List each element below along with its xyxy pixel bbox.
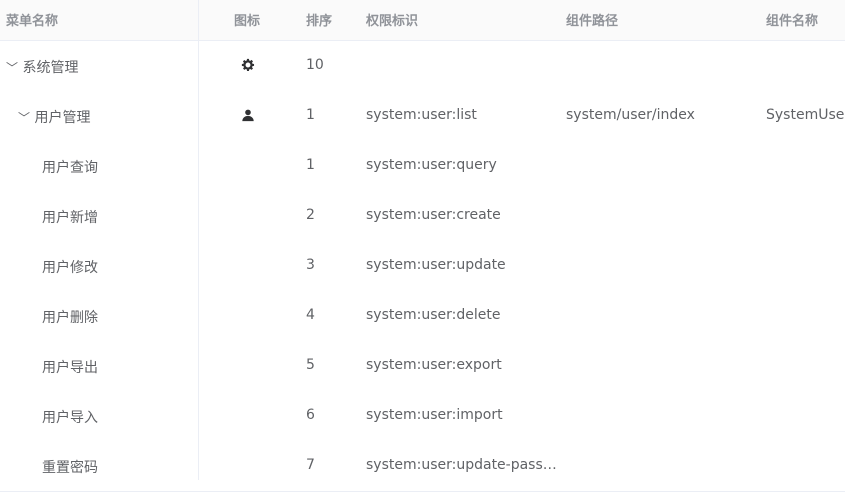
component-name-value: SystemUser (766, 107, 845, 123)
table-row[interactable]: 用户查询 1 system:user:query (0, 141, 845, 192)
menu-tree-table: 菜单名称 图标 排序 权限标识 组件路径 组件名称 ﹀ 系统管理 10 ﹀ 用户… (0, 0, 845, 492)
tree-node-label: 用户导入 (42, 410, 98, 426)
table-row[interactable]: 用户修改 3 system:user:update (0, 241, 845, 292)
permission-value: system:user:update-pass… (366, 457, 557, 473)
permission-value: system:user:query (366, 157, 497, 173)
tree-node-label[interactable]: ﹀ 用户管理 (18, 107, 90, 127)
table-row[interactable]: ﹀ 用户管理 1 system:user:list system/user/in… (0, 91, 845, 142)
table-row[interactable]: 用户删除 4 system:user:delete (0, 291, 845, 342)
tree-node-label: 用户新增 (42, 210, 98, 226)
table-row[interactable]: 重置密码 7 system:user:update-pass… (0, 441, 845, 492)
user-icon (242, 109, 254, 122)
header-component-name: 组件名称 (766, 14, 819, 29)
permission-value: system:user:update (366, 257, 506, 273)
gear-icon (241, 58, 255, 71)
tree-node-label: 用户删除 (42, 310, 98, 326)
chevron-down-icon[interactable]: ﹀ (18, 109, 30, 126)
fixed-column-divider (198, 0, 199, 480)
header-sort: 排序 (306, 14, 333, 29)
header-permission: 权限标识 (366, 14, 419, 29)
sort-value: 2 (306, 207, 315, 223)
tree-node-label: 用户查询 (42, 160, 98, 176)
permission-value: system:user:create (366, 207, 501, 223)
table-header: 菜单名称 图标 排序 权限标识 组件路径 组件名称 (0, 0, 845, 41)
sort-value: 3 (306, 257, 315, 273)
sort-value: 10 (306, 57, 324, 73)
sort-value: 1 (306, 107, 315, 123)
permission-value: system:user:export (366, 357, 502, 373)
sort-value: 7 (306, 457, 315, 473)
chevron-down-icon[interactable]: ﹀ (6, 59, 18, 76)
table-row[interactable]: 用户新增 2 system:user:create (0, 191, 845, 242)
permission-value: system:user:import (366, 407, 503, 423)
tree-node-label: 用户修改 (42, 260, 98, 276)
tree-node-label: 重置密码 (42, 460, 98, 476)
table-row[interactable]: ﹀ 系统管理 10 (0, 41, 845, 92)
permission-value: system:user:list (366, 107, 477, 123)
header-component-path: 组件路径 (566, 14, 619, 29)
table-row[interactable]: 用户导出 5 system:user:export (0, 341, 845, 392)
tree-node-label[interactable]: ﹀ 系统管理 (6, 57, 78, 77)
sort-value: 5 (306, 357, 315, 373)
sort-value: 1 (306, 157, 315, 173)
component-path-value: system/user/index (566, 107, 695, 123)
tree-node-label: 用户导出 (42, 360, 98, 376)
sort-value: 4 (306, 307, 315, 323)
header-menu-name: 菜单名称 (6, 14, 59, 29)
table-row[interactable]: 用户导入 6 system:user:import (0, 391, 845, 442)
header-icon: 图标 (234, 14, 261, 29)
permission-value: system:user:delete (366, 307, 501, 323)
sort-value: 6 (306, 407, 315, 423)
